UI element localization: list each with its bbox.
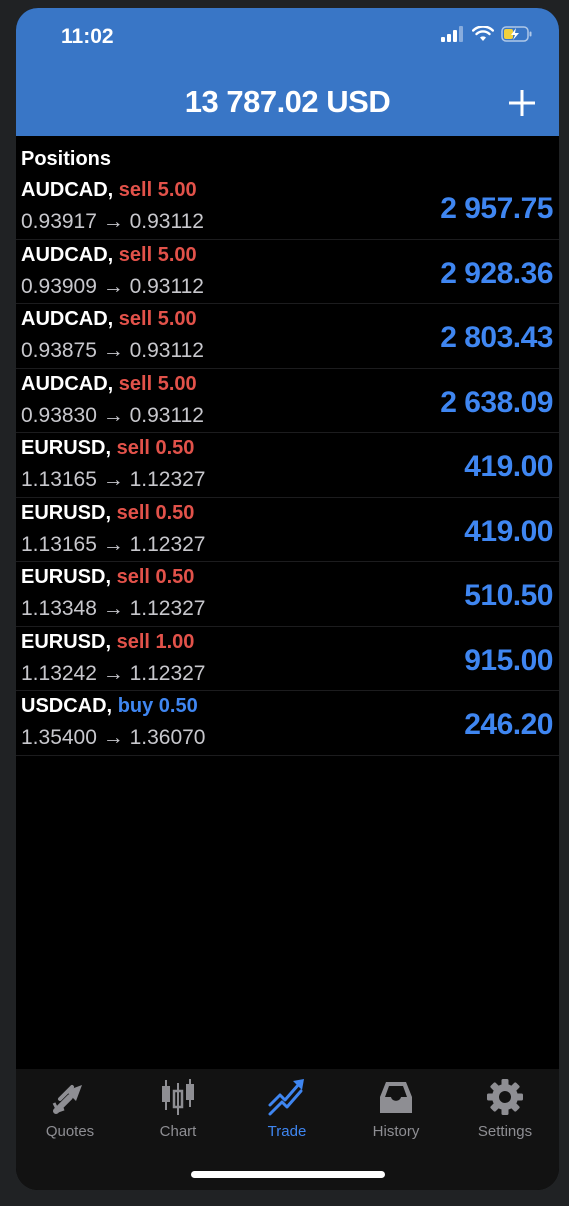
position-symbol: EURUSD, [21, 566, 112, 588]
position-title: EURUSD, sell 1.00 [21, 631, 194, 654]
position-profit: 2 638.09 [440, 385, 553, 419]
candlestick-icon [162, 1079, 194, 1115]
position-prices: 0.93917 → 0.93112 [21, 210, 204, 233]
position-profit: 2 803.43 [440, 321, 553, 354]
position-prices: 0.93830 → 0.93112 [21, 403, 204, 427]
position-profit: 419.00 [464, 450, 553, 483]
position-symbol: AUDCAD, [21, 243, 114, 266]
position-profit: 2 957.75 [440, 192, 553, 225]
position-symbol: AUDCAD, [21, 179, 114, 201]
position-profit: 915.00 [464, 643, 553, 677]
position-row[interactable]: AUDCAD, sell 5.00 0.93875 → 0.93112 2 803.… [16, 304, 559, 369]
status-icons [441, 26, 533, 42]
position-symbol: EURUSD, [21, 630, 112, 653]
top-bar: 11:02 13 787.02 USD [16, 8, 559, 136]
positions-heading: Positions [21, 148, 112, 170]
position-title: AUDCAD, sell 5.00 [21, 244, 197, 267]
position-prices: 1.13165 → 1.12327 [21, 468, 206, 491]
account-balance: 13 787.02 USD [184, 84, 391, 119]
position-row[interactable]: EURUSD, sell 0.50 1.13165 → 1.12327 419.00 [16, 433, 559, 498]
tab-label: Settings [477, 1123, 533, 1140]
position-symbol: AUDCAD, [21, 308, 114, 330]
signal-icon [441, 26, 463, 42]
position-title: AUDCAD, sell 5.00 [21, 373, 197, 396]
tab-label: Chart [159, 1123, 197, 1140]
position-row[interactable]: EURUSD, sell 1.00 1.13242 → 1.12327 915.00 [16, 627, 559, 691]
position-profit: 246.20 [464, 708, 553, 741]
position-row[interactable]: AUDCAD, sell 5.00 0.93909 → 0.93112 2 928.… [16, 240, 559, 304]
trade-trend-icon [268, 1079, 304, 1116]
position-title: EURUSD, sell 0.50 [21, 437, 194, 460]
position-row[interactable]: AUDCAD, sell 5.00 0.93917 → 0.93112 2 957.… [16, 175, 559, 240]
tab-label: Quotes [45, 1123, 95, 1140]
position-side-volume: sell 5.00 [118, 179, 197, 201]
home-indicator [191, 1171, 385, 1178]
position-profit: 2 928.36 [440, 256, 553, 290]
position-side-volume: sell 0.50 [116, 437, 195, 459]
position-side-volume: sell 5.00 [118, 308, 197, 330]
position-side-volume: sell 0.50 [116, 566, 195, 588]
position-symbol: EURUSD, [21, 437, 112, 459]
tab-history[interactable]: History [342, 1077, 450, 1140]
position-profit: 510.50 [464, 579, 553, 612]
position-row[interactable]: EURUSD, sell 0.50 1.13165 → 1.12327 419.00 [16, 498, 559, 562]
positions-list: AUDCAD, sell 5.00 0.93917 → 0.93112 2 957.… [16, 175, 559, 756]
status-time: 11:02 [61, 25, 114, 48]
position-prices: 1.13165 → 1.12327 [21, 532, 206, 556]
add-order-button[interactable] [507, 88, 537, 118]
position-prices: 0.93909 → 0.93112 [21, 274, 204, 298]
tab-label: History [372, 1123, 420, 1140]
position-side-volume: buy 0.50 [117, 695, 198, 717]
position-prices: 1.35400 → 1.36070 [21, 726, 206, 749]
position-side-volume: sell 1.00 [116, 630, 195, 653]
position-symbol: EURUSD, [21, 501, 112, 524]
position-prices: 1.13348 → 1.12327 [21, 597, 206, 620]
gear-icon [487, 1079, 523, 1115]
tab-trade[interactable]: Trade [233, 1077, 341, 1140]
position-title: EURUSD, sell 0.50 [21, 566, 194, 589]
position-profit: 419.00 [464, 514, 553, 548]
position-title: EURUSD, sell 0.50 [21, 502, 194, 525]
position-title: AUDCAD, sell 5.00 [21, 179, 197, 202]
position-title: AUDCAD, sell 5.00 [21, 308, 197, 331]
position-row[interactable]: USDCAD, buy 0.50 1.35400 → 1.36070 246.20 [16, 691, 559, 756]
tab-quotes[interactable]: Quotes [16, 1077, 124, 1140]
tab-settings[interactable]: Settings [451, 1077, 559, 1140]
position-side-volume: sell 5.00 [118, 372, 197, 395]
position-side-volume: sell 5.00 [118, 243, 197, 266]
position-symbol: AUDCAD, [21, 372, 114, 395]
position-row[interactable]: AUDCAD, sell 5.00 0.93830 → 0.93112 2 638.… [16, 369, 559, 433]
position-prices: 0.93875 → 0.93112 [21, 339, 204, 362]
position-title: USDCAD, buy 0.50 [21, 695, 198, 718]
position-prices: 1.13242 → 1.12327 [21, 661, 206, 685]
inbox-tray-icon [380, 1082, 412, 1113]
position-row[interactable]: EURUSD, sell 0.50 1.13348 → 1.12327 510.50 [16, 562, 559, 627]
app-screen: 11:02 13 787.02 USD Positions AUDCAD, se… [16, 8, 559, 1190]
quotes-arrows-icon [52, 1085, 82, 1114]
tab-label: Trade [267, 1123, 307, 1140]
tab-chart[interactable]: Chart [124, 1077, 232, 1140]
battery-charging-icon [501, 26, 532, 42]
wifi-icon [472, 26, 494, 41]
position-side-volume: sell 0.50 [116, 501, 195, 524]
position-symbol: USDCAD, [21, 695, 113, 717]
